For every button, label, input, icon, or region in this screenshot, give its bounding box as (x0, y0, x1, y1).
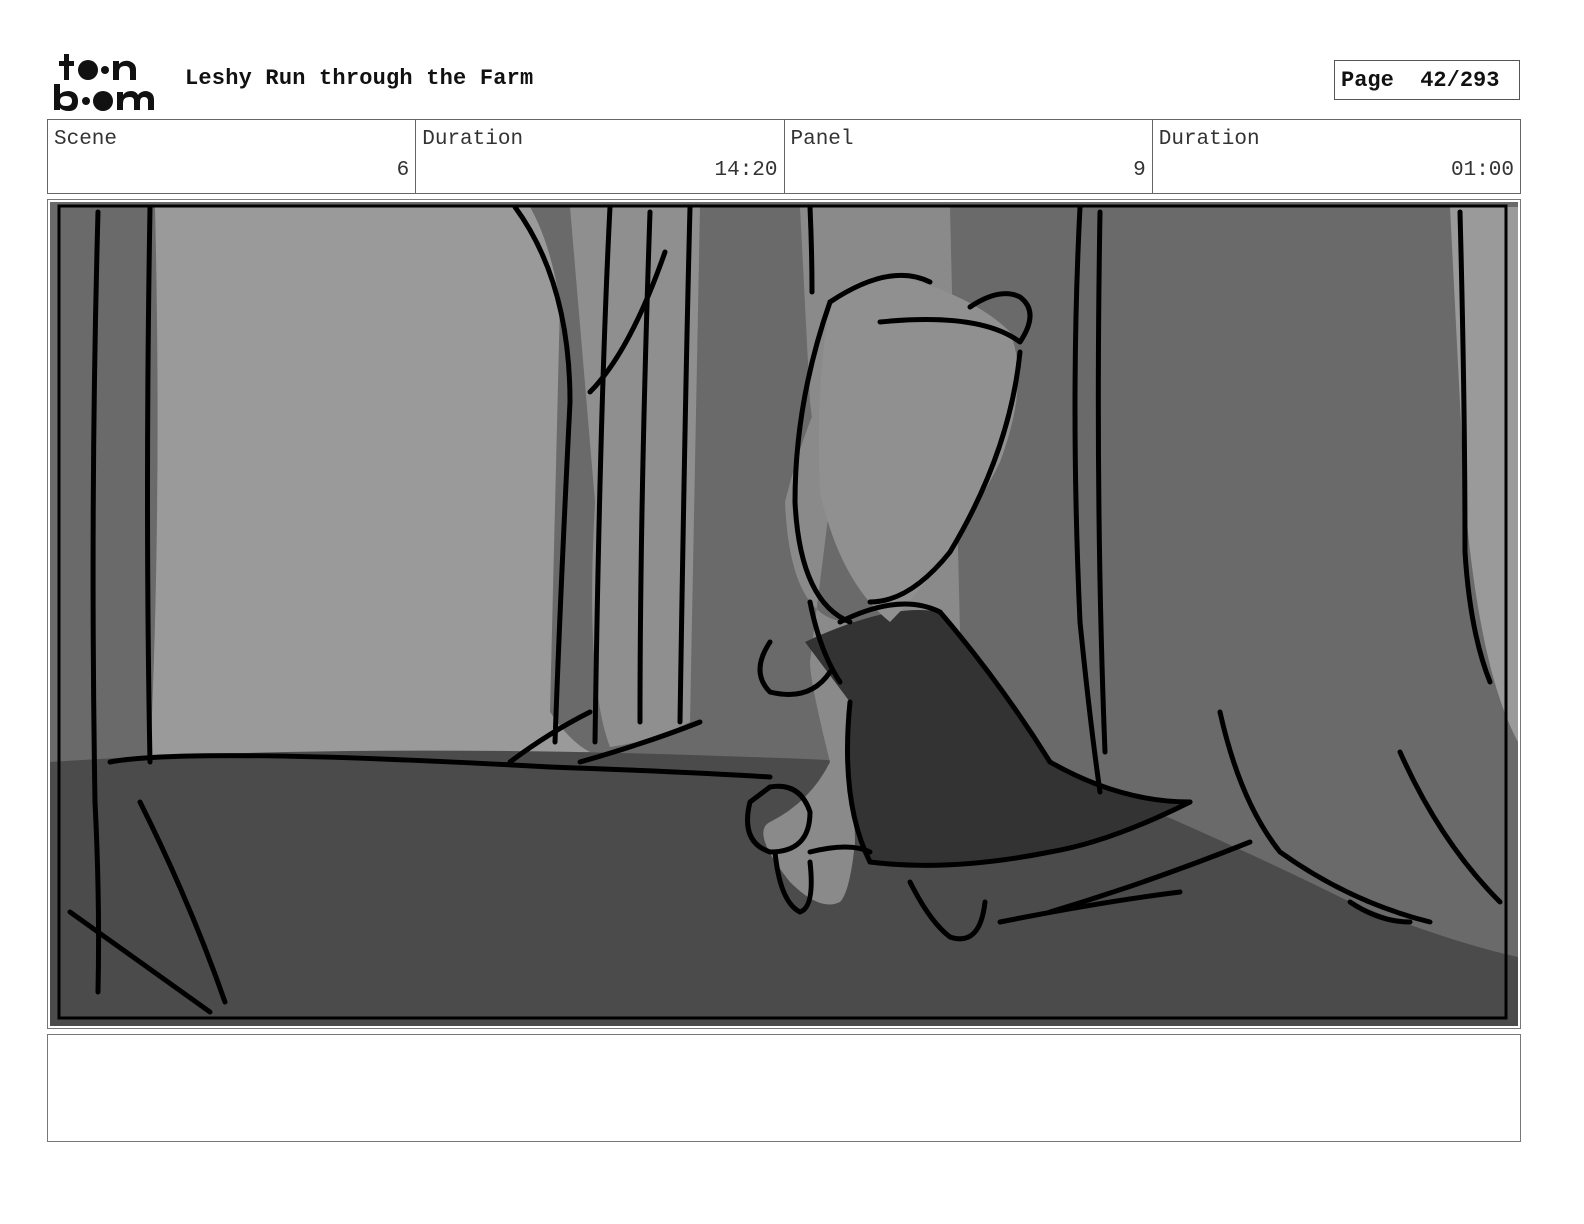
scene-duration-value: 14:20 (714, 159, 778, 182)
panel-duration-value: 01:00 (1450, 159, 1514, 182)
distant-clearing (150, 207, 590, 762)
scene-label: Scene (54, 128, 118, 151)
panel-label: Panel (790, 128, 854, 151)
panel-cell: Panel 9 (785, 120, 1153, 193)
page-indicator: Page 42/293 (1334, 60, 1520, 100)
project-title: Leshy Run through the Farm (185, 66, 534, 91)
panel-value: 9 (1133, 159, 1146, 182)
scene-value: 6 (396, 159, 410, 182)
scene-cell: Scene 6 (48, 120, 417, 193)
panel-duration-cell: Duration 01:00 (1153, 120, 1520, 193)
scene-duration-label: Duration (422, 128, 524, 151)
panel-notes-box (47, 1034, 1521, 1142)
storyboard-panel-image (50, 202, 1518, 1026)
toon-boom-logo (54, 54, 154, 111)
scene-duration-cell: Duration 14:20 (416, 120, 785, 193)
panel-duration-label: Duration (1158, 128, 1260, 151)
panel-info-row: Scene 6 Duration 14:20 Panel 9 Duration … (47, 119, 1521, 194)
